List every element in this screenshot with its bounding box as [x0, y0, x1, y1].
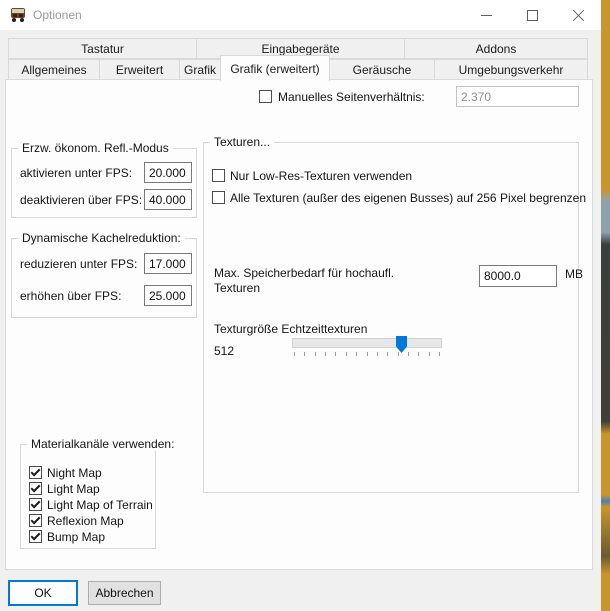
refl-deactivate-label: deaktivieren über FPS: — [20, 193, 142, 207]
titlebar: Optionen — [0, 0, 601, 30]
realtime-texture-size-label: Texturgröße Echtzeittexturen — [214, 322, 367, 336]
low-res-textures-checkbox[interactable] — [212, 169, 225, 182]
tab-page-grafik-erweitert: Manuelles Seitenverhältnis: Erzw. ökonom… — [5, 79, 593, 570]
manual-aspect-checkbox[interactable] — [259, 90, 272, 103]
options-dialog: Optionen Tastatur Eingabegeräte Addons A… — [0, 0, 601, 611]
ok-button[interactable]: OK — [8, 580, 78, 606]
bump-map-label[interactable]: Bump Map — [47, 530, 105, 544]
tab-umgebungsverkehr[interactable]: Umgebungsverkehr — [434, 59, 588, 80]
textures-group-title: Texturen... — [210, 135, 274, 149]
window-title: Optionen — [33, 8, 82, 22]
reflexion-map-checkbox[interactable] — [29, 514, 42, 527]
tab-tastatur[interactable]: Tastatur — [8, 38, 197, 59]
tab-grafik-erweitert[interactable]: Grafik (erweitert) — [220, 55, 330, 81]
texture-size-slider[interactable] — [292, 338, 442, 348]
max-memory-unit: MB — [565, 267, 583, 281]
tile-reduction-group: Dynamische Kachelreduktion: reduzieren u… — [11, 238, 197, 318]
max-memory-input[interactable] — [479, 265, 557, 287]
low-res-textures-label[interactable]: Nur Low-Res-Texturen verwenden — [230, 169, 412, 183]
night-map-checkbox[interactable] — [29, 466, 42, 479]
light-map-label[interactable]: Light Map — [47, 482, 100, 496]
refl-activate-label: aktivieren unter FPS: — [20, 166, 132, 180]
refl-activate-input[interactable] — [144, 162, 192, 183]
close-button[interactable] — [555, 0, 601, 30]
tile-reduction-group-title: Dynamische Kachelreduktion: — [18, 231, 185, 245]
tab-addons[interactable]: Addons — [404, 38, 588, 59]
tile-increase-label: erhöhen über FPS: — [20, 289, 121, 303]
max-memory-label: Max. Speicherbedarf für hochaufl. Textur… — [214, 266, 414, 296]
cancel-button[interactable]: Abbrechen — [88, 581, 161, 605]
slider-ticks — [294, 352, 440, 357]
background-game-strip — [601, 0, 610, 611]
maximize-icon — [527, 10, 538, 21]
tab-allgemeines[interactable]: Allgemeines — [8, 59, 100, 80]
light-map-terrain-checkbox[interactable] — [29, 498, 42, 511]
tab-grafik[interactable]: Grafik — [179, 59, 221, 80]
material-channels-group-title: Materialkanäle verwenden: — [27, 437, 178, 451]
manual-aspect-label[interactable]: Manuelles Seitenverhältnis: — [278, 90, 425, 104]
maximize-button[interactable] — [509, 0, 555, 30]
light-map-checkbox[interactable] — [29, 482, 42, 495]
close-icon — [572, 9, 585, 22]
aspect-ratio-input[interactable] — [456, 86, 579, 107]
tile-reduce-label: reduzieren unter FPS: — [20, 257, 137, 271]
reflexion-map-label[interactable]: Reflexion Map — [47, 514, 124, 528]
refl-mode-group-title: Erzw. ökonom. Refl.-Modus — [18, 141, 173, 155]
texture-size-slider-thumb[interactable] — [396, 336, 407, 353]
refl-mode-group: Erzw. ökonom. Refl.-Modus aktivieren unt… — [11, 148, 197, 218]
tab-geraeusche[interactable]: Geräusche — [329, 59, 435, 80]
bump-map-checkbox[interactable] — [29, 530, 42, 543]
minimize-icon — [481, 15, 492, 16]
light-map-terrain-label[interactable]: Light Map of Terrain — [47, 498, 153, 512]
tab-erweitert[interactable]: Erweitert — [99, 59, 180, 80]
night-map-label[interactable]: Night Map — [47, 466, 102, 480]
textures-group: Texturen... Nur Low-Res-Texturen verwend… — [203, 142, 579, 493]
tile-increase-input[interactable] — [144, 285, 192, 306]
limit-256px-label[interactable]: Alle Texturen (außer des eigenen Busses)… — [230, 191, 586, 205]
bus-app-icon — [9, 7, 27, 23]
refl-deactivate-input[interactable] — [144, 189, 192, 210]
minimize-button[interactable] — [463, 0, 509, 30]
realtime-texture-size-value: 512 — [214, 344, 234, 358]
tile-reduce-input[interactable] — [144, 253, 192, 274]
material-channels-group: Materialkanäle verwenden: Night Map Ligh… — [20, 444, 156, 549]
limit-256px-checkbox[interactable] — [212, 191, 225, 204]
